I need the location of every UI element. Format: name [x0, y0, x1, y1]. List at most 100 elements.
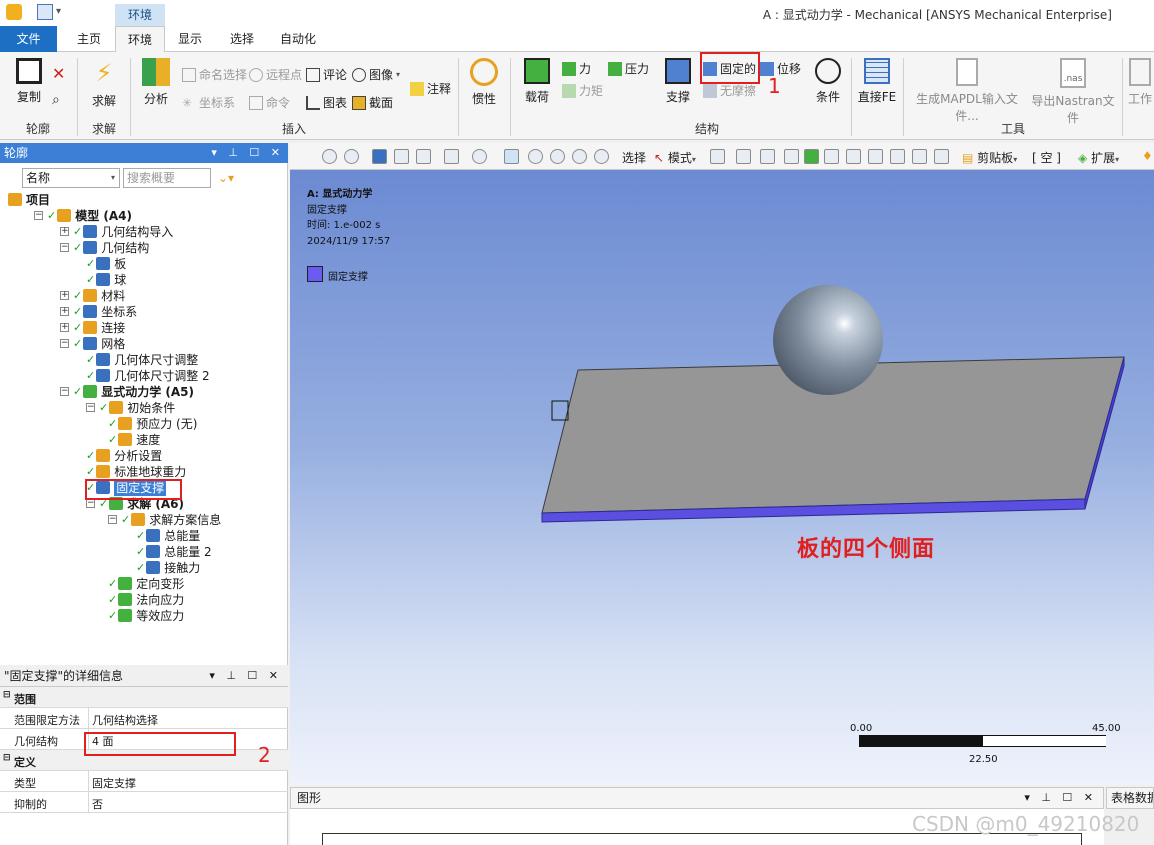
- direct-fe-button[interactable]: 直接FE: [856, 58, 898, 105]
- details-section-definition[interactable]: ⊟ 定义: [0, 750, 288, 771]
- tree-node[interactable]: − ✓ 网格: [60, 335, 125, 351]
- chart-button[interactable]: 图表: [306, 94, 347, 111]
- frictionless-button[interactable]: 无摩擦: [703, 82, 756, 99]
- tab-display[interactable]: 显示: [170, 26, 210, 52]
- work-button[interactable]: 工作: [1126, 58, 1154, 107]
- tree-node[interactable]: ✓ 总能量 2: [136, 543, 212, 559]
- shaded-view-icon[interactable]: [372, 149, 387, 164]
- tree-node[interactable]: ✓ 速度: [108, 431, 160, 447]
- extend-select-icon[interactable]: [890, 149, 905, 164]
- box-zoom-in-icon[interactable]: [550, 149, 565, 164]
- tree-node[interactable]: ✓ 标准地球重力: [86, 463, 186, 479]
- tab-file[interactable]: 文件: [0, 26, 57, 52]
- tree-node[interactable]: ✓ 法向应力: [108, 591, 184, 607]
- tree-node[interactable]: ✓ 等效应力: [108, 607, 184, 623]
- sharp-edge-icon[interactable]: [912, 149, 927, 164]
- remote-point-button[interactable]: 远程点: [249, 66, 302, 83]
- edge-select-icon[interactable]: [736, 149, 751, 164]
- face-select-icon[interactable]: [760, 149, 775, 164]
- rotate-icon[interactable]: [472, 149, 487, 164]
- tree-node[interactable]: ✓ 分析设置: [86, 447, 162, 463]
- mode-dropdown[interactable]: ↖ 模式▾: [654, 149, 696, 166]
- save-icon[interactable]: [37, 4, 53, 20]
- expand-toggle-icon[interactable]: −: [108, 514, 117, 524]
- pin-icon[interactable]: ♦: [1142, 149, 1153, 163]
- tree-node[interactable]: − ✓ 求解 (A6): [86, 495, 184, 511]
- tree-node[interactable]: + ✓ 材料: [60, 287, 125, 303]
- tree-node[interactable]: ✓ 预应力 (无): [108, 415, 197, 431]
- model-geometry[interactable]: [290, 170, 1154, 785]
- supports-button[interactable]: 支撑: [660, 58, 696, 105]
- edge-view-icon[interactable]: [416, 149, 431, 164]
- tab-selection[interactable]: 选择: [222, 26, 262, 52]
- tree-node[interactable]: + ✓ 连接: [60, 319, 125, 335]
- outline-search-input[interactable]: 搜索概要: [123, 168, 211, 188]
- body-select-icon[interactable]: [784, 149, 799, 164]
- comment-button[interactable]: 评论: [306, 66, 347, 83]
- zoom-in-icon[interactable]: [322, 149, 337, 164]
- tabular-data-header[interactable]: 表格数据: [1106, 787, 1154, 809]
- element-face-select-icon[interactable]: [824, 149, 839, 164]
- wireframe-icon[interactable]: [394, 149, 409, 164]
- vertex-select-icon[interactable]: [710, 149, 725, 164]
- graph-pane-controls[interactable]: ▾ ⊥ ☐ ✕: [1024, 788, 1097, 808]
- zoom-icon[interactable]: [528, 149, 543, 164]
- tab-environment[interactable]: 环境: [115, 26, 165, 53]
- tree-node[interactable]: ✓ 接触力: [136, 559, 200, 575]
- command-button[interactable]: 命令: [249, 94, 290, 111]
- tree-node[interactable]: − ✓ 模型 (A4): [34, 207, 132, 223]
- expand-toggle-icon[interactable]: −: [60, 386, 69, 396]
- export-nastran-button[interactable]: .nas 导出Nastran文件: [1028, 58, 1118, 126]
- select-label[interactable]: 选择: [622, 149, 646, 166]
- pan-icon[interactable]: [504, 149, 519, 164]
- moment-button[interactable]: 力矩: [562, 82, 603, 99]
- filter-name-select[interactable]: 名称 ▾: [22, 168, 120, 188]
- mesh-select-icon[interactable]: [868, 149, 883, 164]
- expand-toggle-icon[interactable]: +: [60, 290, 69, 300]
- tree-node[interactable]: ✓ 定向变形: [108, 575, 184, 591]
- zoom-to-fit-icon[interactable]: [572, 149, 587, 164]
- extend-dropdown[interactable]: ◈ 扩展▾: [1078, 149, 1119, 166]
- expand-toggle-icon[interactable]: +: [60, 322, 69, 332]
- tree-node[interactable]: ✓ 固定支撑: [86, 478, 167, 496]
- node-select-icon[interactable]: [804, 149, 819, 164]
- section-button[interactable]: 截面: [352, 94, 393, 111]
- pressure-button[interactable]: 压力: [608, 60, 649, 77]
- box-zoom-icon[interactable]: [444, 149, 459, 164]
- details-section-scope[interactable]: ⊟ 范围: [0, 687, 288, 708]
- expand-toggle-icon[interactable]: −: [86, 402, 95, 412]
- generate-mapdl-input-button[interactable]: 生成MAPDL输入文件...: [908, 58, 1026, 124]
- conditions-button[interactable]: 条件: [810, 58, 846, 105]
- tree-node[interactable]: − ✓ 几何结构: [60, 239, 149, 255]
- tree-node[interactable]: ✓ 几何体尺寸调整: [86, 351, 198, 367]
- select-all-icon[interactable]: [934, 149, 949, 164]
- tree-node[interactable]: + ✓ 几何结构导入: [60, 223, 173, 239]
- copy-button[interactable]: 复制: [8, 58, 50, 105]
- loads-button[interactable]: 载荷: [518, 58, 556, 105]
- expand-toggle-icon[interactable]: +: [60, 306, 69, 316]
- details-row-suppressed[interactable]: 抑制的否: [0, 792, 288, 813]
- quick-access-dropdown-icon[interactable]: ▾: [56, 4, 72, 20]
- tree-node[interactable]: ✓ 球: [86, 271, 126, 287]
- tree-node[interactable]: − ✓ 显式动力学 (A5): [60, 383, 194, 399]
- element-select-icon[interactable]: [846, 149, 861, 164]
- details-row-geometry[interactable]: 几何结构 4 面: [0, 729, 288, 750]
- clipboard-dropdown[interactable]: ▤ 剪贴板▾: [962, 149, 1017, 166]
- fixed-support-button[interactable]: 固定的: [703, 60, 756, 77]
- tree-node[interactable]: + ✓ 坐标系: [60, 303, 137, 319]
- expand-toggle-icon[interactable]: −: [60, 338, 69, 348]
- tab-home[interactable]: 主页: [66, 26, 112, 52]
- expand-toggle-icon[interactable]: −: [60, 242, 69, 252]
- tree-node[interactable]: − ✓ 初始条件: [86, 399, 175, 415]
- expand-toggle-icon[interactable]: −: [34, 210, 43, 220]
- solve-button[interactable]: ⚡ 求解: [86, 58, 122, 109]
- tree-node[interactable]: ✓ 几何体尺寸调整 2: [86, 367, 210, 383]
- magnifier-icon[interactable]: [594, 149, 609, 164]
- zoom-out-icon[interactable]: [344, 149, 359, 164]
- graphics-viewport[interactable]: A: 显式动力学 固定支撑 时间: 1.e-002 s 2024/11/9 17…: [290, 170, 1154, 785]
- details-row-scoping-method[interactable]: 范围限定方法 几何结构选择: [0, 708, 288, 729]
- tree-node[interactable]: − ✓ 求解方案信息: [108, 511, 221, 527]
- panel-controls[interactable]: ▾ ⊥ ☐ ✕: [211, 143, 284, 163]
- details-row-type[interactable]: 类型 固定支撑: [0, 771, 288, 792]
- inertia-button[interactable]: 惯性: [466, 58, 502, 107]
